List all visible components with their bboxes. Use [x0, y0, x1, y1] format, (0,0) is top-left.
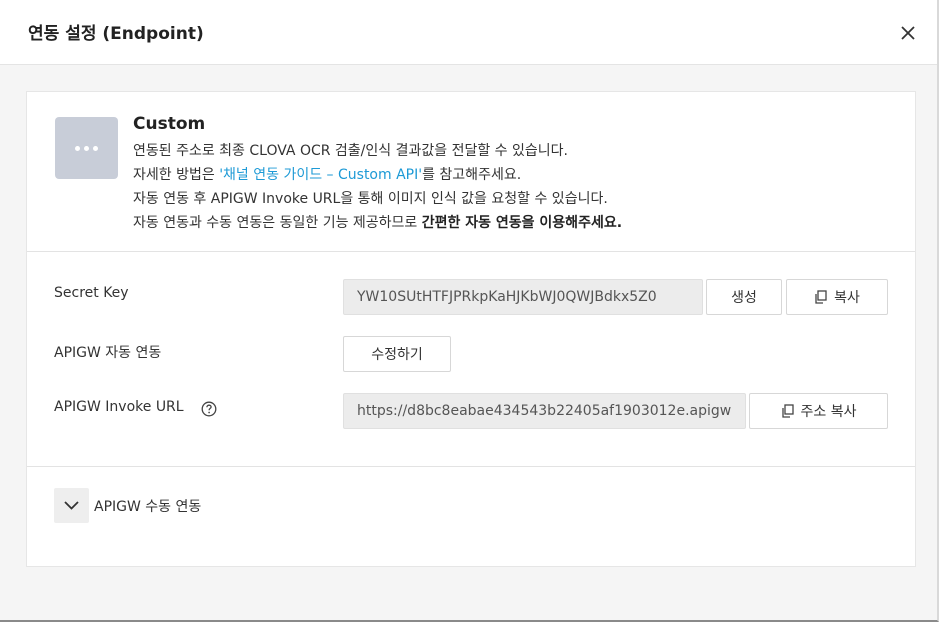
copy-icon	[815, 290, 827, 304]
invoke-url-label: APIGW Invoke URL	[54, 399, 184, 415]
info-line-2-prefix: 자세한 방법은	[133, 167, 220, 183]
settings-card: Custom 연동된 주소로 최종 CLOVA OCR 검출/인식 결과값을 전…	[26, 91, 916, 567]
invoke-url-field[interactable]: https://d8bc8eabae434543b22405af1903012e…	[343, 393, 746, 429]
modal-title: 연동 설정 (Endpoint)	[28, 24, 204, 44]
info-line-4-emphasis: 간편한 자동 연동을 이용해주세요.	[421, 215, 623, 231]
section-divider	[27, 466, 915, 467]
copy-button-label: 복사	[834, 290, 860, 306]
secret-key-label: Secret Key	[54, 285, 129, 301]
info-description-line-3: 자동 연동 후 APIGW Invoke URL을 통해 이미지 인식 값을 요…	[133, 191, 608, 207]
generate-button-label: 생성	[731, 290, 757, 306]
info-title: Custom	[133, 114, 206, 134]
copy-url-button-label: 주소 복사	[800, 404, 857, 420]
info-line-2-suffix: 를 참고해주세요.	[422, 167, 522, 183]
info-description-line-2: 자세한 방법은 '채널 연동 가이드 – Custom API'를 참고해주세요…	[133, 164, 521, 184]
info-line-4-prefix: 자동 연동과 수동 연동은 동일한 기능 제공하므로	[133, 215, 422, 231]
info-description-line-4: 자동 연동과 수동 연동은 동일한 기능 제공하므로 간편한 자동 연동을 이용…	[133, 212, 622, 232]
copy-secret-key-button[interactable]: 복사	[786, 279, 888, 315]
edit-button-label: 수정하기	[371, 347, 423, 363]
custom-info-section: Custom 연동된 주소로 최종 CLOVA OCR 검출/인식 결과값을 전…	[27, 92, 915, 252]
copy-invoke-url-button[interactable]: 주소 복사	[749, 393, 888, 429]
edit-apigw-auto-button[interactable]: 수정하기	[343, 336, 451, 372]
info-description-line-1: 연동된 주소로 최종 CLOVA OCR 검출/인식 결과값을 전달할 수 있습…	[133, 143, 568, 159]
chevron-down-icon[interactable]	[54, 488, 89, 523]
copy-icon	[781, 404, 794, 418]
apigw-manual-toggle-label[interactable]: APIGW 수동 연동	[94, 496, 201, 516]
modal-header: 연동 설정 (Endpoint)	[0, 0, 937, 65]
generate-secret-key-button[interactable]: 생성	[706, 279, 782, 315]
close-icon[interactable]	[898, 23, 918, 43]
endpoint-settings-modal: 연동 설정 (Endpoint) Custom 연동된 주소로 최종 CLOVA…	[0, 0, 939, 622]
channel-guide-link[interactable]: '채널 연동 가이드 – Custom API'	[219, 167, 422, 183]
more-dots-icon	[55, 117, 118, 179]
secret-key-field[interactable]: YW10SUtHTFJPRkpKaHJKbWJ0QWJBdkx5Z0	[343, 279, 703, 315]
apigw-auto-label: APIGW 자동 연동	[54, 345, 162, 361]
help-circle-icon[interactable]	[201, 401, 217, 417]
